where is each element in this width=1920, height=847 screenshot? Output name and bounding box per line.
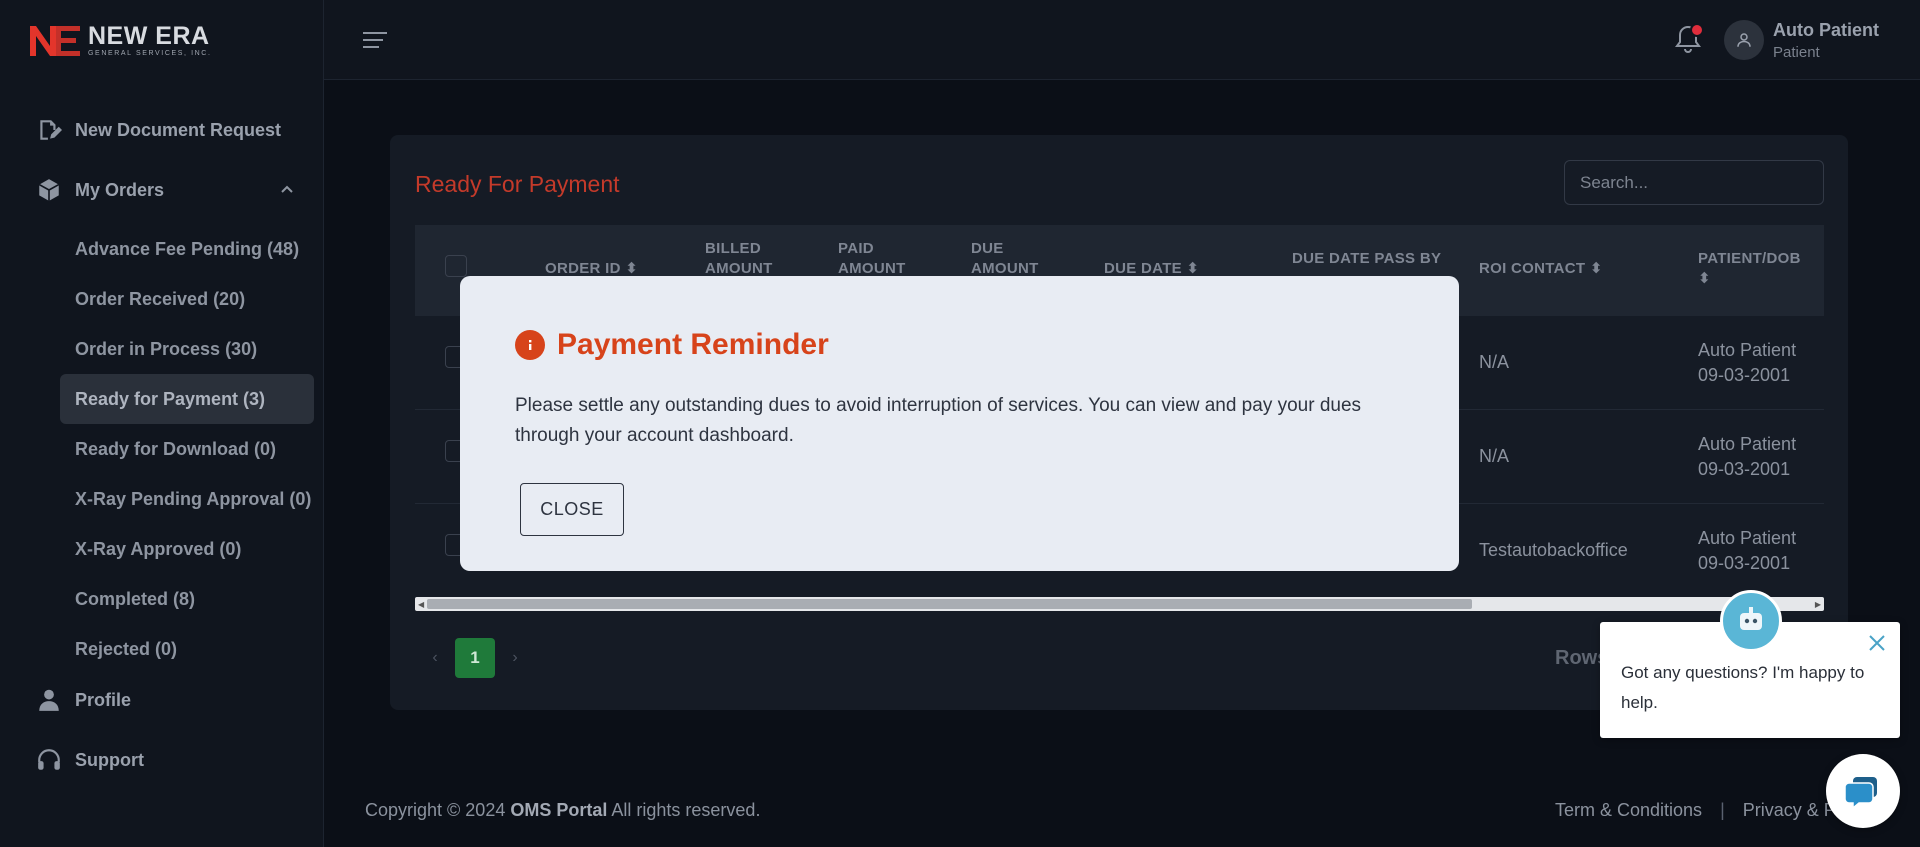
terms-link[interactable]: Term & Conditions (1555, 800, 1702, 821)
scroll-left-icon[interactable]: ◀ (418, 600, 424, 609)
brand-subtitle: GENERAL SERVICES, INC. (88, 49, 212, 57)
user-name[interactable]: Auto Patient (1773, 20, 1879, 41)
sidebar-item-completed[interactable]: Completed (8) (60, 574, 314, 624)
user-icon (35, 686, 63, 714)
close-button[interactable]: CLOSE (520, 483, 624, 536)
column-due-amount[interactable]: DUE AMOUNT (971, 239, 1061, 279)
patient-name-cell: Auto Patient (1698, 434, 1797, 454)
column-roi-contact[interactable]: ROI CONTACT ⬍ (1479, 259, 1603, 279)
sidebar-item-order-in-process[interactable]: Order in Process (30) (60, 324, 314, 374)
top-bar: Auto Patient Patient (324, 0, 1920, 80)
sidebar: NEW ERA GENERAL SERVICES, INC. New Docum… (0, 0, 324, 847)
sidebar-item-advance-fee-pending[interactable]: Advance Fee Pending (48) (60, 224, 314, 274)
column-due-date-pass-by[interactable]: DUE DATE PASS BY (1292, 249, 1452, 269)
nav-new-document-request[interactable]: New Document Request (35, 116, 281, 144)
patient-name-cell: Auto Patient (1698, 528, 1797, 548)
chat-icon (1844, 777, 1877, 810)
logo-mark-icon (28, 22, 86, 58)
page-title: Ready For Payment (415, 171, 620, 197)
chatbot-avatar-icon (1720, 590, 1782, 652)
modal-message: Please settle any outstanding dues to av… (515, 395, 1362, 446)
roi-contact-cell: N/A (1479, 446, 1510, 466)
pagination: ‹ 1 › (415, 638, 535, 678)
previous-page-icon[interactable]: ‹ (415, 649, 455, 667)
select-all-checkbox[interactable] (445, 255, 467, 277)
document-edit-icon (35, 116, 63, 144)
footer-copyright: Copyright © 2024 OMS Portal All rights r… (365, 800, 761, 820)
roi-contact-cell: Testautobackoffice (1479, 540, 1628, 560)
page-number[interactable]: 1 (455, 638, 495, 678)
payment-reminder-modal: Payment Reminder Please settle any outst… (460, 276, 1459, 571)
menu-toggle-icon[interactable] (363, 30, 387, 50)
modal-title: Payment Reminder (557, 328, 829, 361)
next-page-icon[interactable]: › (495, 649, 535, 667)
sidebar-item-ready-for-payment[interactable]: Ready for Payment (3) (60, 374, 314, 424)
scrollbar-thumb[interactable] (427, 599, 1472, 609)
nav-support[interactable]: Support (35, 746, 144, 774)
patient-dob-cell: 09-03-2001 (1698, 553, 1791, 573)
info-icon (515, 330, 545, 360)
user-icon (1737, 33, 1751, 47)
sidebar-item-xray-pending-approval[interactable]: X-Ray Pending Approval (0) (60, 474, 314, 524)
nav-label: Profile (75, 689, 132, 710)
privacy-link[interactable]: Privacy & P (1743, 800, 1836, 821)
patient-name-cell: Auto Patient (1698, 340, 1797, 360)
roi-contact-cell: N/A (1479, 352, 1510, 372)
brand-title: NEW ERA (88, 21, 210, 50)
patient-dob-cell: 09-03-2001 (1698, 365, 1791, 385)
column-patient-dob[interactable]: PATIENT/DOB ⬍ (1698, 249, 1801, 289)
nav-label: New Document Request (75, 119, 282, 140)
column-billed-amount[interactable]: BILLED AMOUNT (705, 239, 795, 279)
patient-dob-cell: 09-03-2001 (1698, 459, 1791, 479)
user-role: Patient (1773, 44, 1820, 61)
nav-label: My Orders (75, 179, 165, 200)
search-input[interactable] (1564, 160, 1824, 205)
brand-logo[interactable]: NEW ERA GENERAL SERVICES, INC. (28, 20, 212, 60)
nav-my-orders[interactable]: My Orders (35, 176, 164, 204)
sidebar-item-rejected[interactable]: Rejected (0) (60, 624, 314, 674)
sidebar-item-order-received[interactable]: Order Received (20) (60, 274, 314, 324)
nav-profile[interactable]: Profile (35, 686, 131, 714)
scroll-right-icon[interactable]: ▶ (1815, 600, 1821, 609)
footer-links: Term & Conditions | Privacy & P (1555, 800, 1836, 821)
chat-message: Got any questions? I'm happy to help. (1621, 663, 1865, 712)
nav-label: Support (75, 749, 144, 770)
box-icon (35, 176, 63, 204)
chat-launcher-button[interactable] (1826, 754, 1900, 828)
horizontal-scrollbar[interactable]: ◀ ▶ (415, 597, 1824, 611)
chevron-up-icon[interactable] (280, 183, 294, 197)
sidebar-item-ready-for-download[interactable]: Ready for Download (0) (60, 424, 314, 474)
close-icon[interactable] (1866, 632, 1888, 654)
headset-icon (35, 746, 63, 774)
sidebar-item-xray-approved[interactable]: X-Ray Approved (0) (60, 524, 314, 574)
column-paid-amount[interactable]: PAID AMOUNT (838, 239, 928, 279)
notification-badge (1690, 23, 1704, 37)
avatar[interactable] (1724, 20, 1764, 60)
